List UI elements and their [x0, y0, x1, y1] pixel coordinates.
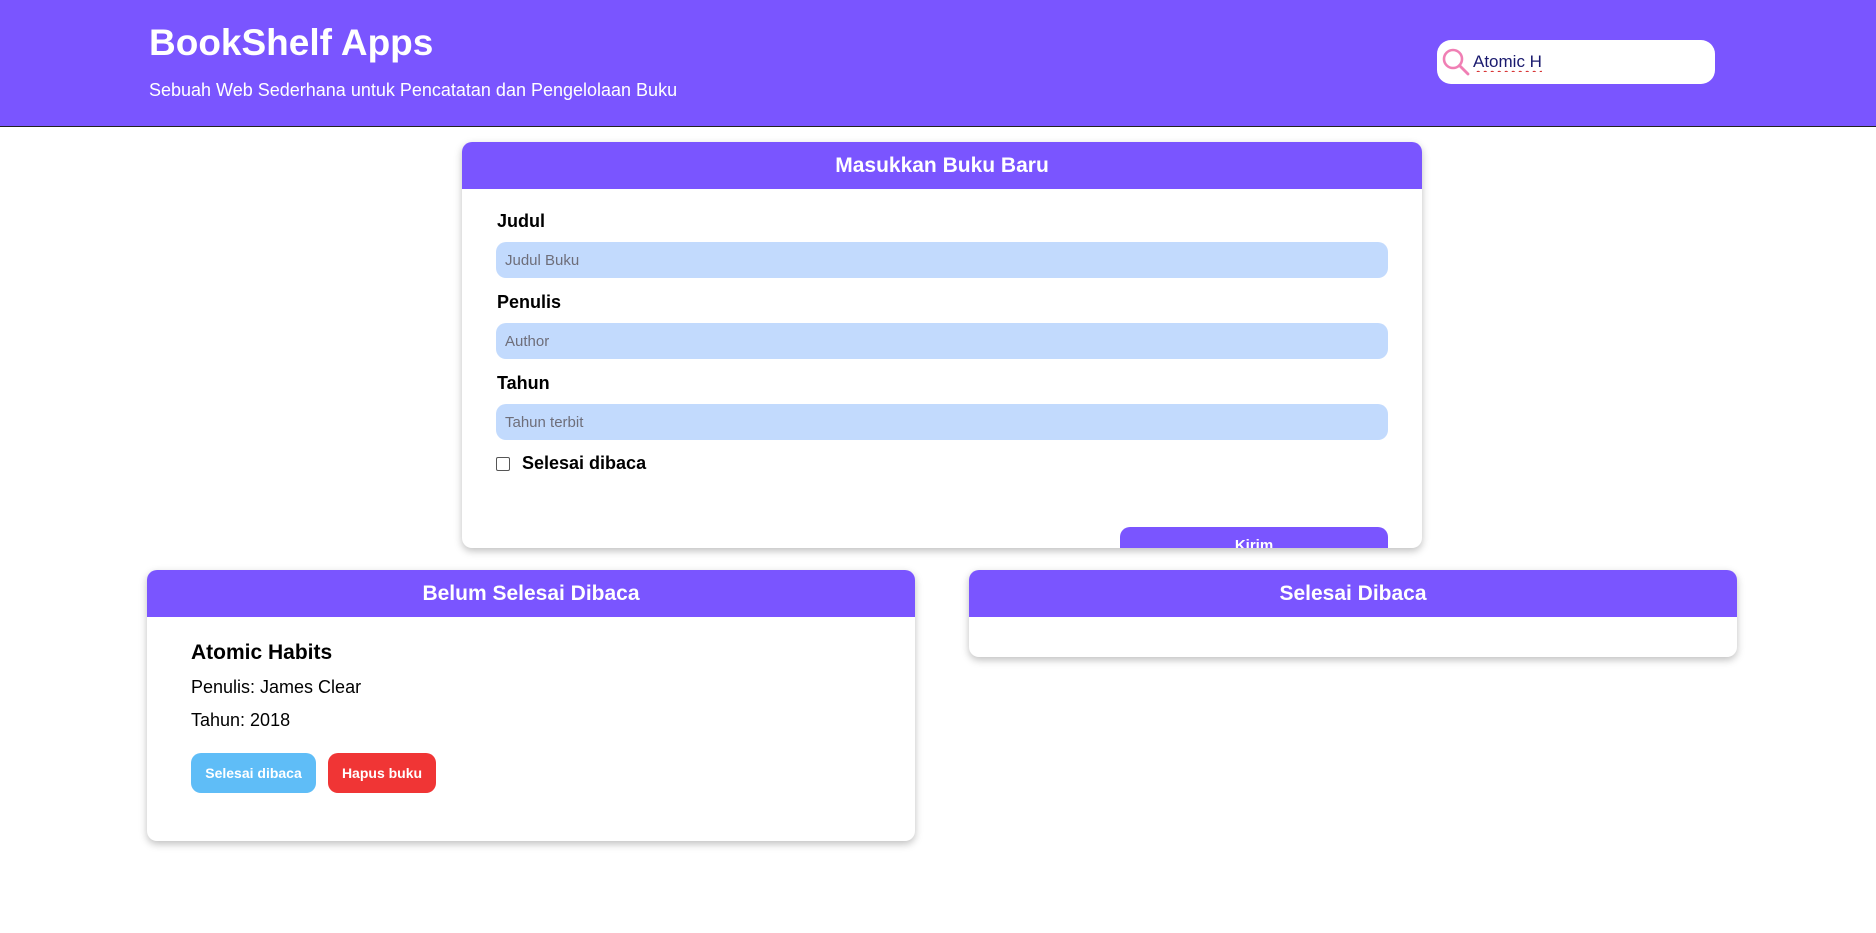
- title-input[interactable]: [496, 242, 1388, 278]
- form-heading: Masukkan Buku Baru: [462, 142, 1422, 189]
- app-title: BookShelf Apps: [149, 22, 434, 63]
- complete-checkbox-label[interactable]: Selesai dibaca: [522, 453, 646, 474]
- read-shelf-heading: Selesai Dibaca: [969, 570, 1737, 617]
- search-icon: [1442, 48, 1470, 76]
- book-actions: Selesai dibaca Hapus buku: [191, 753, 915, 793]
- search-box[interactable]: [1437, 40, 1715, 84]
- new-book-form: Judul Penulis Tahun Selesai dibaca Kirim: [462, 211, 1422, 548]
- complete-checkbox[interactable]: [496, 456, 510, 471]
- title-label: Judul: [497, 211, 545, 231]
- author-label: Penulis: [497, 292, 562, 312]
- book-author: Penulis: James Clear: [191, 677, 362, 697]
- unread-shelf: Belum Selesai Dibaca Atomic Habits Penul…: [147, 570, 915, 841]
- mark-complete-button[interactable]: Selesai dibaca: [191, 753, 316, 793]
- book-item: Atomic Habits Penulis: James Clear Tahun…: [147, 617, 915, 793]
- submit-button[interactable]: Kirim: [1120, 527, 1388, 548]
- book-year: Tahun: 2018: [191, 710, 291, 730]
- year-input[interactable]: [496, 404, 1388, 440]
- year-label: Tahun: [497, 373, 550, 393]
- new-book-form-card: Masukkan Buku Baru Judul Penulis Tahun S…: [462, 142, 1422, 548]
- book-title: Atomic Habits: [191, 641, 333, 664]
- delete-book-button[interactable]: Hapus buku: [328, 753, 436, 793]
- search-input[interactable]: [1473, 47, 1703, 77]
- complete-checkbox-row: Selesai dibaca: [496, 453, 1388, 474]
- app-header: BookShelf Apps Sebuah Web Sederhana untu…: [0, 0, 1876, 127]
- app-subtitle: Sebuah Web Sederhana untuk Pencatatan da…: [149, 80, 678, 100]
- unread-shelf-heading: Belum Selesai Dibaca: [147, 570, 915, 617]
- author-input[interactable]: [496, 323, 1388, 359]
- read-shelf: Selesai Dibaca: [969, 570, 1737, 657]
